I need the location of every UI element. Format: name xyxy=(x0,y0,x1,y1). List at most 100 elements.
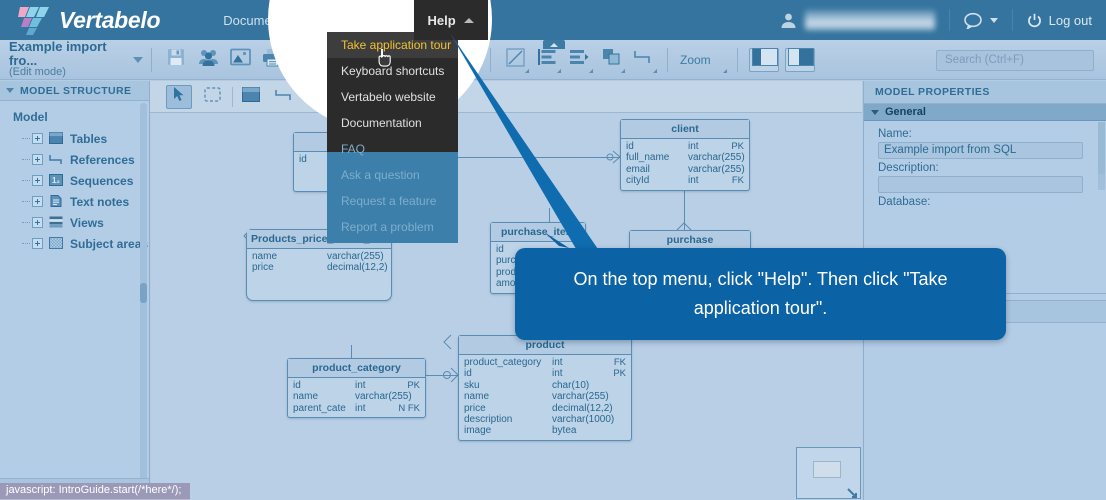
column-type: varchar(255) xyxy=(688,152,745,164)
document-menu-chevron-down-icon[interactable] xyxy=(133,56,143,63)
mouse-cursor-pointer-icon xyxy=(376,48,393,73)
dropdown-corner-icon xyxy=(649,68,657,73)
chat-bubble-icon[interactable] xyxy=(963,12,984,30)
arrange-button[interactable] xyxy=(598,47,625,73)
expand-icon[interactable] xyxy=(32,217,43,228)
line-style-button[interactable] xyxy=(502,47,529,73)
sidebar-item-views[interactable]: Views xyxy=(0,212,149,233)
save-button[interactable] xyxy=(163,47,189,73)
general-section-label: General xyxy=(885,106,926,118)
table-node-client[interactable]: client id int PK full_name varchar(255) … xyxy=(620,119,750,191)
model-structure-header[interactable]: MODEL STRUCTURE xyxy=(0,81,149,101)
column-name: id xyxy=(299,154,307,165)
menu-item-request-a-feature[interactable]: Request a feature xyxy=(327,188,458,214)
divider xyxy=(490,47,491,72)
minimap-viewport[interactable] xyxy=(813,461,841,478)
share-button[interactable] xyxy=(195,47,221,73)
collapse-toolbar-button[interactable] xyxy=(543,40,565,49)
table-title: client xyxy=(621,120,749,139)
chevron-up-icon xyxy=(550,42,558,47)
column-name: name xyxy=(252,251,278,262)
table-column: cityId int FK xyxy=(621,175,749,186)
expand-icon[interactable] xyxy=(32,175,43,186)
model-properties-header: MODEL PROPERTIES xyxy=(864,81,1106,104)
left-panel-icon xyxy=(751,48,778,71)
menu-item-report-a-problem[interactable]: Report a problem xyxy=(327,214,458,240)
table-column: id int PK xyxy=(459,368,631,379)
distribute-button[interactable] xyxy=(566,47,593,73)
sidebar-item-text-notes[interactable]: Text notes xyxy=(0,191,149,212)
align-left-button[interactable] xyxy=(534,47,561,73)
zoom-dropdown[interactable] xyxy=(718,47,727,73)
tree-root-model[interactable]: Model xyxy=(0,101,149,128)
column-type: int xyxy=(355,380,366,391)
divider xyxy=(1011,9,1013,31)
user-account-chip[interactable] xyxy=(780,10,935,30)
brand-logo[interactable]: Vertabelo xyxy=(18,5,161,35)
tree-line xyxy=(22,243,30,244)
search-input[interactable]: Search (Ctrl+F) xyxy=(936,50,1094,71)
column-name: price xyxy=(464,402,486,414)
general-section-header[interactable]: General xyxy=(864,104,1106,121)
people-icon xyxy=(198,47,219,72)
expand-icon[interactable] xyxy=(32,238,43,249)
table-columns: product_category int FK id int PK sku ch… xyxy=(459,355,631,440)
route-button[interactable] xyxy=(630,47,657,73)
sidebar-item-references[interactable]: References xyxy=(0,149,149,170)
properties-scrollbar[interactable] xyxy=(1098,122,1105,190)
hatched-square-icon xyxy=(49,236,63,251)
table-column xyxy=(247,285,391,296)
marquee-tool[interactable] xyxy=(199,85,225,109)
column-type: int xyxy=(688,141,699,152)
add-table-tool[interactable] xyxy=(238,85,264,109)
table-column: parent_cate int N FK xyxy=(288,403,425,414)
model-name-input[interactable]: Example import from SQL xyxy=(878,142,1083,159)
toggle-left-panel-button[interactable] xyxy=(748,47,779,72)
toggle-right-panel-button[interactable] xyxy=(784,47,815,72)
column-type: varchar(1000) xyxy=(552,414,615,426)
tree-line xyxy=(22,222,30,223)
sidebar-scrollbar[interactable] xyxy=(140,103,147,498)
table-column: name varchar(255) xyxy=(247,251,391,262)
export-image-button[interactable] xyxy=(227,47,253,73)
model-description-input[interactable] xyxy=(878,176,1083,193)
menu-item-documentation[interactable]: Documentation xyxy=(327,110,458,136)
table-node-product-category[interactable]: product_category id int PK name varchar(… xyxy=(287,358,426,419)
dropdown-corner-icon xyxy=(617,68,625,73)
table-icon xyxy=(242,86,260,107)
resize-handle-icon[interactable] xyxy=(847,486,858,498)
elbow-connector-icon xyxy=(49,153,63,167)
expand-icon[interactable] xyxy=(32,154,43,165)
select-tool[interactable] xyxy=(166,84,192,109)
divider xyxy=(232,86,233,107)
sidebar-item-sequences[interactable]: 1₂ Sequences xyxy=(0,170,149,191)
topnav-item-help[interactable]: Help xyxy=(413,0,488,40)
column-name: email xyxy=(626,163,650,175)
chevron-down-icon[interactable] xyxy=(989,17,998,23)
sidebar-item-label: Tables xyxy=(70,131,108,146)
canvas-minimap[interactable] xyxy=(796,447,861,499)
expand-icon[interactable] xyxy=(32,133,43,144)
properties-scrollbar-thumb[interactable] xyxy=(1098,122,1105,174)
column-type: int xyxy=(355,402,366,414)
table-title: product_category xyxy=(288,359,425,378)
column-key: FK xyxy=(731,175,744,187)
dashed-rectangle-icon xyxy=(203,86,221,107)
sidebar-item-tables[interactable]: Tables xyxy=(0,128,149,149)
zoom-button[interactable]: Zoom xyxy=(676,53,715,67)
expand-icon[interactable] xyxy=(32,196,43,207)
logout-button[interactable]: Log out xyxy=(1027,13,1092,28)
column-name: product_category xyxy=(464,357,542,368)
tree-line xyxy=(22,180,30,181)
menu-item-ask-a-question[interactable]: Ask a question xyxy=(327,162,458,188)
table-title: purchase_item xyxy=(491,223,585,242)
table-column: sku char(10) xyxy=(459,380,631,391)
dropdown-corner-icon xyxy=(719,68,727,73)
table-column: name varchar(255) xyxy=(288,391,425,402)
menu-item-faq[interactable]: FAQ xyxy=(327,136,458,162)
sidebar-scrollbar-thumb[interactable] xyxy=(140,283,147,303)
menu-item-vertabelo-website[interactable]: Vertabelo website xyxy=(327,84,458,110)
column-name: parent_cate xyxy=(293,402,346,414)
sidebar-item-subject-areas[interactable]: Subject areas xyxy=(0,233,149,254)
table-node-product[interactable]: product product_category int FK id int P… xyxy=(458,335,632,441)
